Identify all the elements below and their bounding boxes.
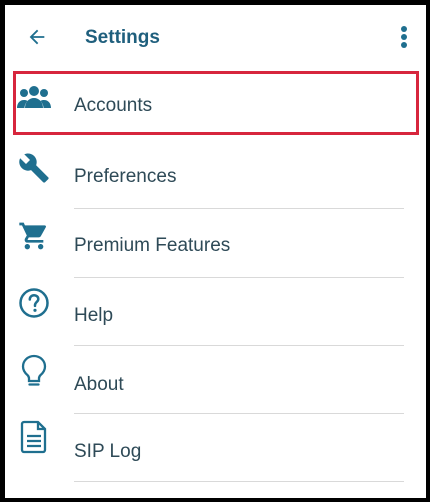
help-circle-icon — [17, 286, 51, 320]
menu-item-label: SIP Log — [74, 441, 142, 462]
divider — [74, 481, 404, 482]
menu-item-about[interactable]: About — [5, 346, 426, 414]
menu-item-label: Help — [74, 305, 114, 326]
lightbulb-icon — [17, 354, 51, 388]
document-icon — [17, 420, 51, 454]
cart-icon — [17, 219, 51, 253]
menu-item-sip-log[interactable]: SIP Log — [5, 414, 426, 482]
arrow-left-icon — [29, 29, 45, 45]
wrench-icon — [17, 151, 51, 185]
app-bar: Settings — [5, 5, 426, 71]
menu-item-preferences[interactable]: Preferences — [5, 141, 426, 209]
menu-item-help[interactable]: Help — [5, 278, 426, 346]
back-button[interactable] — [23, 23, 51, 51]
overflow-menu-button[interactable] — [392, 23, 416, 51]
page-title: Settings — [85, 27, 160, 48]
menu-item-label: Preferences — [74, 166, 177, 187]
menu-item-premium-features[interactable]: Premium Features — [5, 209, 426, 277]
selection-highlight — [13, 71, 419, 135]
more-vertical-icon — [401, 26, 407, 48]
menu-item-label: About — [74, 374, 124, 395]
settings-screen: Settings Accounts Preferences Premium Fe… — [0, 0, 430, 502]
menu-item-label: Premium Features — [74, 235, 231, 256]
